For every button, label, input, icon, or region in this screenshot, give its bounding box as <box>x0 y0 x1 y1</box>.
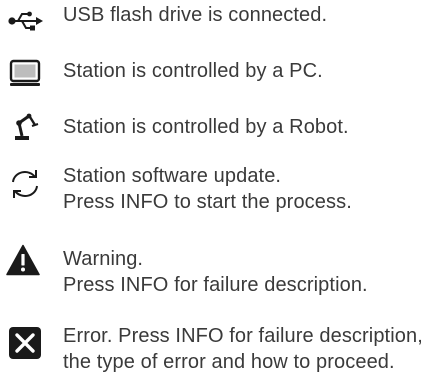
refresh-icon <box>12 170 38 198</box>
update-line-1: Station software update. <box>63 165 282 187</box>
pc-description: Station is controlled by a PC. <box>63 60 323 82</box>
warning-line-2: Press INFO for failure description. <box>63 274 368 296</box>
usb-icon <box>8 11 43 31</box>
warning-description: Warning. Press INFO for failure descript… <box>63 246 368 298</box>
usb-description: USB flash drive is connected. <box>63 4 328 26</box>
monitor-icon <box>9 59 41 86</box>
legend-row-robot: Station is controlled by a Robot. <box>0 106 442 146</box>
update-line-2: Press INFO to start the process. <box>63 191 352 213</box>
legend-row-error: Error. Press INFO for failure descriptio… <box>0 318 442 376</box>
legend-row-warning: Warning. Press INFO for failure descript… <box>0 242 442 306</box>
update-description: Station software update. Press INFO to s… <box>63 163 352 215</box>
legend-row-pc: Station is controlled by a PC. <box>0 52 442 92</box>
error-icon <box>9 327 41 359</box>
status-icon-legend: USB flash drive is connected. Station is… <box>0 0 442 376</box>
legend-row-usb: USB flash drive is connected. <box>0 0 442 36</box>
error-line-2: the type of error and how to proceed. <box>63 351 395 373</box>
error-description: Error. Press INFO for failure descriptio… <box>63 323 423 375</box>
robot-description: Station is controlled by a Robot. <box>63 116 349 138</box>
robot-arm-icon <box>15 113 39 140</box>
warning-line-1: Warning. <box>63 248 144 270</box>
warning-icon <box>6 244 40 276</box>
error-line-1: Error. Press INFO for failure descriptio… <box>63 325 423 347</box>
legend-row-update: Station software update. Press INFO to s… <box>0 160 442 224</box>
